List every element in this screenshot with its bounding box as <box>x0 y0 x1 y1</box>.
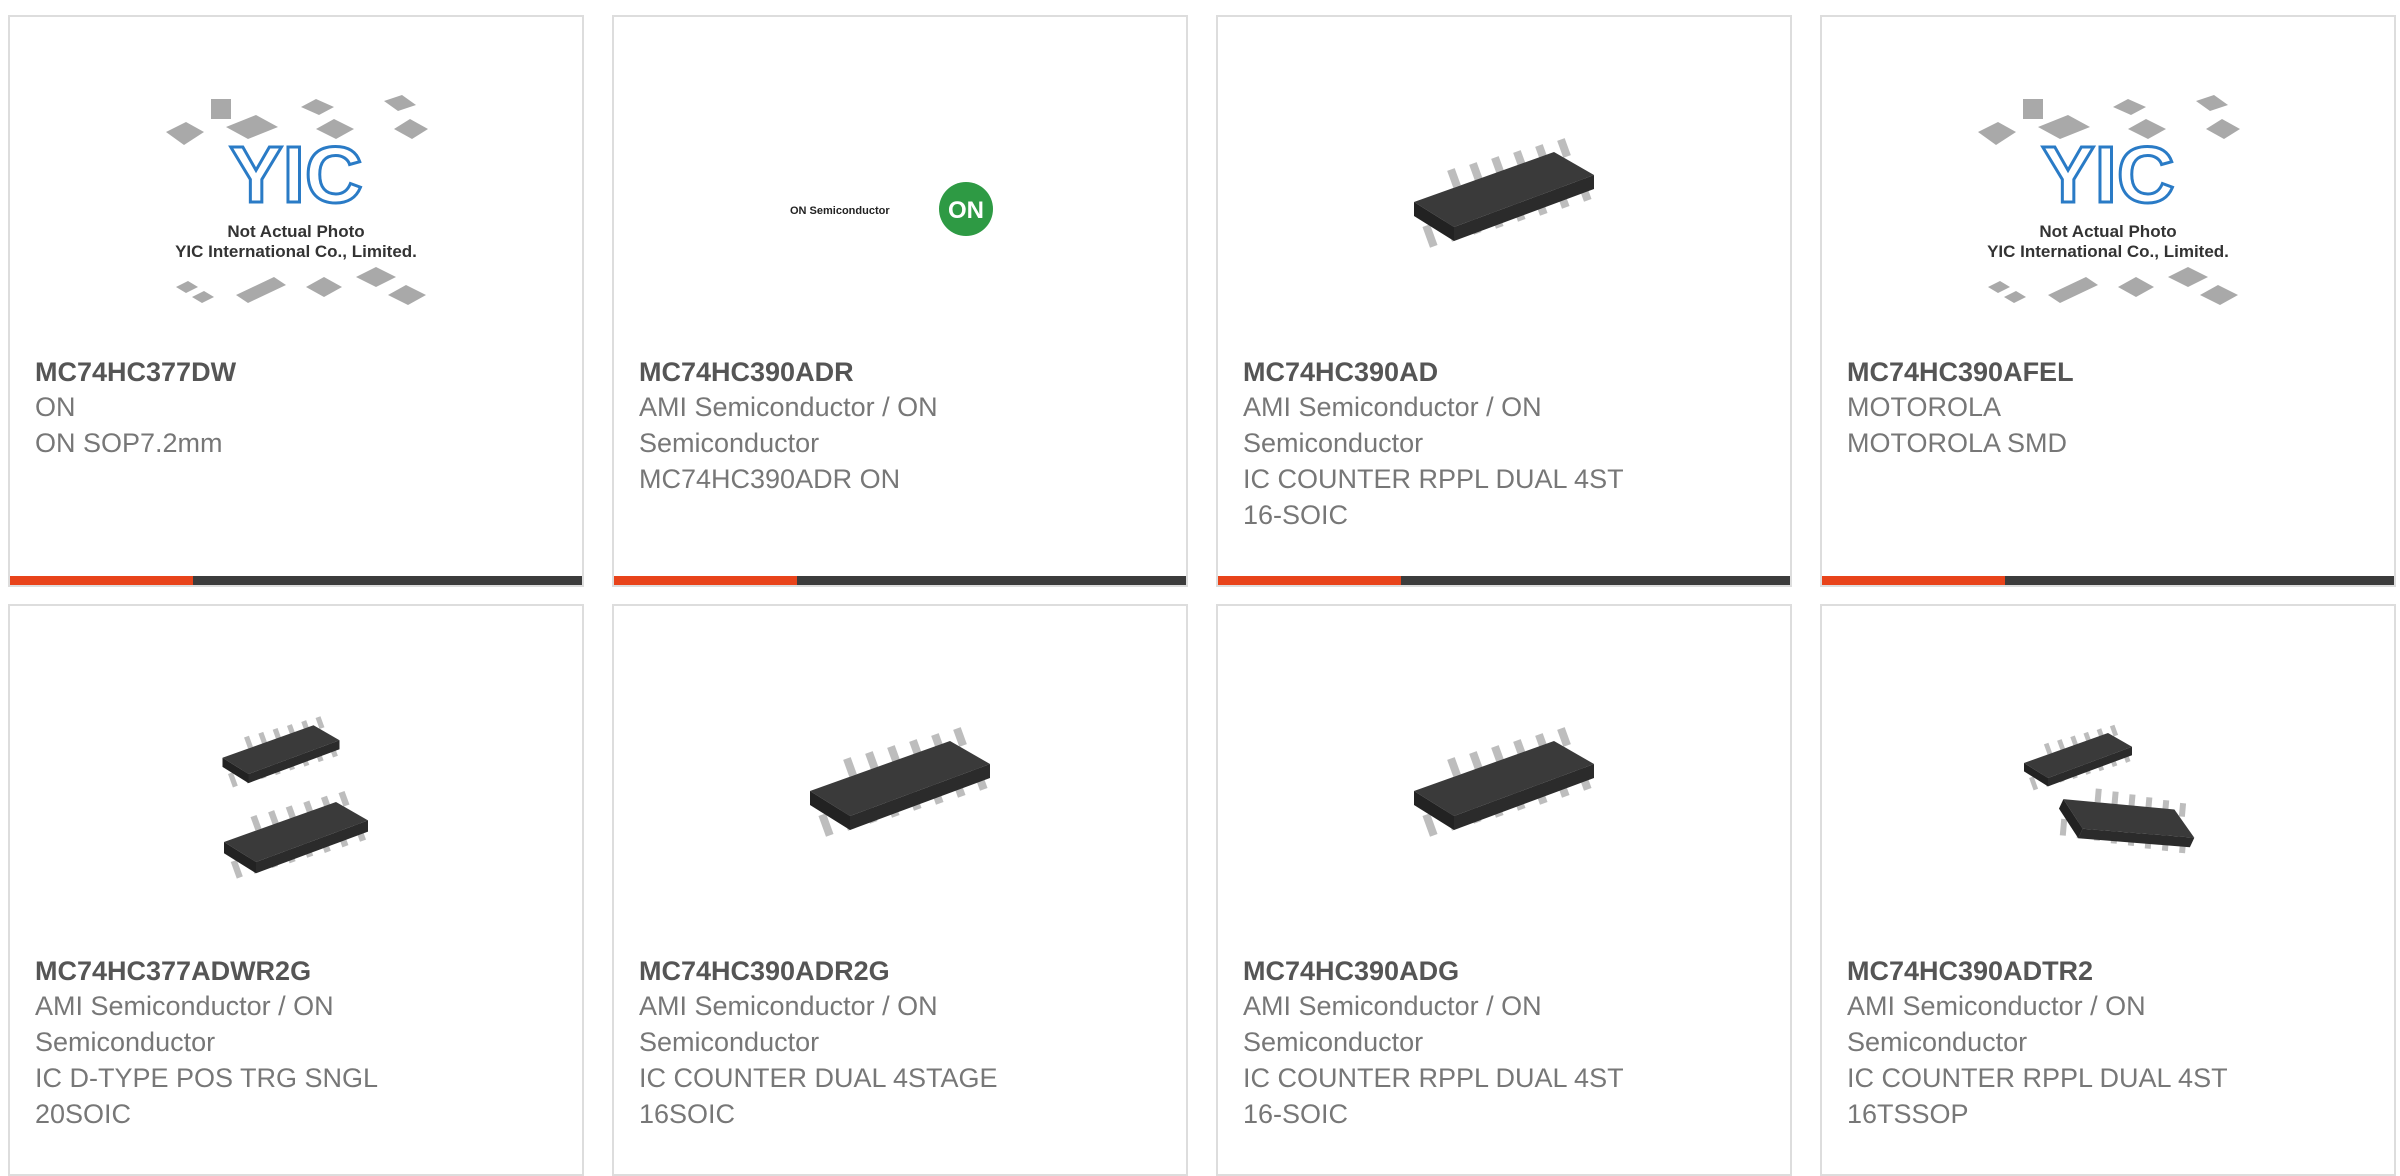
part-number[interactable]: MC74HC390AFEL <box>1847 355 2347 389</box>
product-card[interactable]: YIC Not Actual Photo YIC International C… <box>1820 15 2396 587</box>
product-info: MC74HC377ADWR2G AMI Semiconductor / ON S… <box>35 954 535 1132</box>
part-number[interactable]: MC74HC390ADR <box>639 355 1139 389</box>
manufacturer: AMI Semiconductor / ON <box>1243 392 1542 422</box>
description: MOTOROLA SMD <box>1847 428 2068 458</box>
manufacturer: AMI Semiconductor / ON <box>1847 991 2146 1021</box>
product-info: MC74HC390AFEL MOTOROLA MOTOROLA SMD <box>1847 355 2347 461</box>
description: ON SOP7.2mm <box>35 428 223 458</box>
description: 16SOIC <box>639 1099 736 1129</box>
product-info: MC74HC390ADR AMI Semiconductor / ON Semi… <box>639 355 1139 497</box>
manufacturer: Semiconductor <box>1243 1027 1424 1057</box>
part-number[interactable]: MC74HC390ADR2G <box>639 954 1139 988</box>
manufacturer: Semiconductor <box>639 1027 820 1057</box>
product-info: MC74HC390AD AMI Semiconductor / ON Semic… <box>1243 355 1743 533</box>
product-image[interactable] <box>614 646 1186 946</box>
manufacturer: AMI Semiconductor / ON <box>35 991 334 1021</box>
manufacturer: AMI Semiconductor / ON <box>1243 991 1542 1021</box>
product-image[interactable] <box>1218 57 1790 357</box>
description: IC COUNTER DUAL 4STAGE <box>639 1063 998 1093</box>
product-card[interactable]: YIC Not Actual Photo YIC International C… <box>8 15 584 587</box>
product-info: MC74HC390ADG AMI Semiconductor / ON Semi… <box>1243 954 1743 1132</box>
product-grid: YIC Not Actual Photo YIC International C… <box>0 0 2400 1176</box>
description: IC COUNTER RPPL DUAL 4ST <box>1243 1063 1624 1093</box>
product-card[interactable]: MC74HC377ADWR2G AMI Semiconductor / ON S… <box>8 604 584 1176</box>
description: IC COUNTER RPPL DUAL 4ST <box>1847 1063 2228 1093</box>
soic-chip-image <box>800 696 1000 896</box>
soic-chip-image <box>1404 696 1604 896</box>
product-image[interactable] <box>1218 646 1790 946</box>
product-card[interactable]: MC74HC390ADTR2 AMI Semiconductor / ON Se… <box>1820 604 2396 1176</box>
part-number[interactable]: MC74HC377DW <box>35 355 535 389</box>
svg-text:ON Semiconductor: ON Semiconductor <box>790 205 890 217</box>
yic-placeholder-image: YIC Not Actual Photo YIC International C… <box>1978 95 2240 305</box>
product-image[interactable] <box>1822 646 2394 946</box>
description: 20SOIC <box>35 1099 132 1129</box>
product-card[interactable]: MC74HC390ADG AMI Semiconductor / ON Semi… <box>1216 604 1792 1176</box>
description: 16-SOIC <box>1243 500 1349 530</box>
product-image[interactable] <box>10 646 582 946</box>
part-number[interactable]: MC74HC390ADTR2 <box>1847 954 2347 988</box>
on-semiconductor-logo: ON Semiconductor ON <box>790 182 993 236</box>
description: IC D-TYPE POS TRG SNGL <box>35 1063 379 1093</box>
soic-chip-image <box>1404 107 1604 307</box>
manufacturer: MOTOROLA <box>1847 392 2002 422</box>
manufacturer: Semiconductor <box>35 1027 216 1057</box>
yic-placeholder-image: YIC Not Actual Photo YIC International C… <box>166 95 428 305</box>
svg-text:YIC: YIC <box>229 130 362 219</box>
manufacturer: ON <box>35 392 76 422</box>
product-card[interactable]: ON Semiconductor ON MC74HC390ADR AMI Sem… <box>612 15 1188 587</box>
svg-text:YIC International Co., Limited: YIC International Co., Limited. <box>175 242 417 261</box>
svg-text:ON: ON <box>948 197 984 224</box>
part-number[interactable]: MC74HC390ADG <box>1243 954 1743 988</box>
product-image[interactable]: YIC Not Actual Photo YIC International C… <box>10 57 582 357</box>
soic-chip-pair-image <box>196 696 396 896</box>
product-image[interactable]: YIC Not Actual Photo YIC International C… <box>1822 57 2394 357</box>
product-card[interactable]: MC74HC390AD AMI Semiconductor / ON Semic… <box>1216 15 1792 587</box>
tssop-chip-pair-image <box>2008 696 2208 896</box>
product-image[interactable]: ON Semiconductor ON <box>614 57 1186 357</box>
svg-text:YIC: YIC <box>2041 130 2174 219</box>
description: MC74HC390ADR ON <box>639 464 901 494</box>
product-info: MC74HC377DW ON ON SOP7.2mm <box>35 355 535 461</box>
svg-text:YIC International Co., Limited: YIC International Co., Limited. <box>1987 242 2229 261</box>
part-number[interactable]: MC74HC390AD <box>1243 355 1743 389</box>
description: 16-SOIC <box>1243 1099 1349 1129</box>
product-info: MC74HC390ADTR2 AMI Semiconductor / ON Se… <box>1847 954 2347 1132</box>
product-info: MC74HC390ADR2G AMI Semiconductor / ON Se… <box>639 954 1139 1132</box>
part-number[interactable]: MC74HC377ADWR2G <box>35 954 535 988</box>
manufacturer: AMI Semiconductor / ON <box>639 392 938 422</box>
svg-text:Not Actual Photo: Not Actual Photo <box>2039 222 2176 241</box>
manufacturer: Semiconductor <box>1847 1027 2028 1057</box>
description: 16TSSOP <box>1847 1099 1969 1129</box>
description: IC COUNTER RPPL DUAL 4ST <box>1243 464 1624 494</box>
product-card[interactable]: MC74HC390ADR2G AMI Semiconductor / ON Se… <box>612 604 1188 1176</box>
manufacturer: Semiconductor <box>639 428 820 458</box>
manufacturer: Semiconductor <box>1243 428 1424 458</box>
manufacturer: AMI Semiconductor / ON <box>639 991 938 1021</box>
svg-text:Not Actual Photo: Not Actual Photo <box>227 222 364 241</box>
